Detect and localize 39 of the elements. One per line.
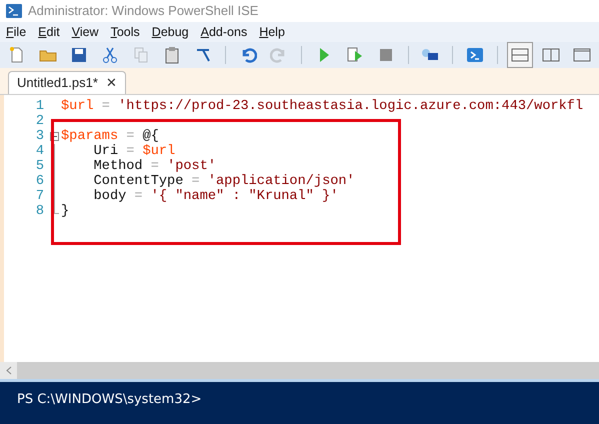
line-number: 8 (34, 204, 45, 219)
run-selection-icon[interactable] (346, 46, 364, 64)
line-number: 2 (34, 114, 45, 129)
layout-icon[interactable] (542, 46, 560, 64)
scroll-left-button[interactable] (0, 362, 17, 379)
save-icon[interactable] (70, 46, 88, 64)
close-icon[interactable]: ✕ (106, 73, 117, 93)
editor-tab[interactable]: Untitled1.ps1* ✕ (8, 71, 126, 94)
menu-item[interactable]: Edit (38, 22, 60, 42)
chevron-left-icon (6, 366, 12, 375)
menu-item[interactable]: Debug (152, 22, 189, 42)
code-line: } (61, 204, 70, 219)
broom-icon[interactable] (194, 46, 212, 64)
menu-item[interactable]: View (72, 22, 99, 42)
line-number: 4 (34, 144, 45, 159)
line-number: 6 (34, 174, 45, 189)
menu-item[interactable]: Help (259, 22, 285, 42)
code-line: $params = @{ (61, 129, 159, 144)
menu-item[interactable]: Tools (110, 22, 140, 42)
scissors-icon[interactable] (101, 46, 119, 64)
menu-item[interactable]: File (6, 22, 26, 42)
powershell-icon[interactable] (466, 46, 484, 64)
code-line: ContentType = 'application/json' (92, 174, 355, 189)
layout-icon[interactable] (572, 46, 591, 64)
code-line: Method = 'post' (92, 159, 216, 174)
layout-icon[interactable] (510, 46, 529, 64)
line-number: 7 (34, 189, 45, 204)
code-line: Uri = $url (92, 144, 176, 159)
line-number: 1 (34, 99, 45, 114)
powershell-icon (6, 4, 22, 18)
console-prompt: PS C:\WINDOWS\system32> (17, 392, 202, 407)
menu-item[interactable]: Add-ons (200, 22, 248, 42)
collapse-toggle[interactable] (50, 132, 59, 141)
line-number: 3 (34, 129, 45, 144)
code-line: body = '{ "name" : "Krunal" }' (92, 189, 338, 204)
code-line: $url = 'https://prod-23.southeastasia.logic.azure.com:443/workfl (61, 99, 584, 114)
clipboard-icon[interactable] (163, 46, 181, 64)
line-number: 5 (34, 159, 45, 174)
window-title: Administrator: Windows PowerShell ISE (28, 2, 258, 20)
